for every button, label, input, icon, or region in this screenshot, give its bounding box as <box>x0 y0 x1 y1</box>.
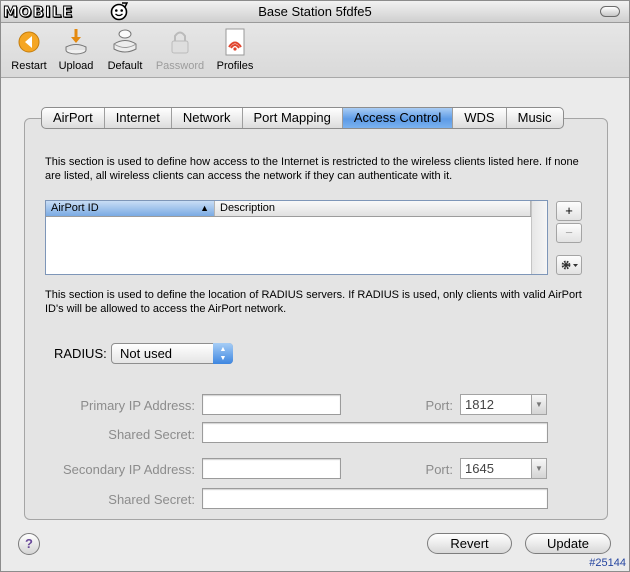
radius-label: RADIUS: <box>54 346 107 361</box>
primary-secret-field[interactable] <box>202 422 548 443</box>
tab-port-mapping[interactable]: Port Mapping <box>243 108 343 128</box>
radius-description: This section is used to define the locat… <box>45 289 582 315</box>
upload-button[interactable]: Upload <box>57 27 95 72</box>
secondary-secret-label: Shared Secret: <box>108 492 195 507</box>
window-title: Base Station 5fdfe5 <box>258 4 372 19</box>
restart-label: Restart <box>11 60 47 72</box>
window: MOBILE Base Station 5fdfe5 Restart Uploa… <box>0 0 630 572</box>
access-table[interactable]: AirPort ID ▲ Description <box>45 200 548 275</box>
secondary-port-value: 1645 <box>465 461 494 476</box>
tab-network[interactable]: Network <box>172 108 243 128</box>
update-button[interactable]: Update <box>525 533 611 554</box>
table-header: AirPort ID ▲ Description <box>46 201 547 217</box>
restart-button[interactable]: Restart <box>10 27 48 72</box>
secondary-secret-field[interactable] <box>202 488 548 509</box>
lock-icon <box>171 31 189 54</box>
column-airport-id[interactable]: AirPort ID ▲ <box>46 201 215 216</box>
access-description: This section is used to define how acces… <box>45 156 579 182</box>
default-button[interactable]: Default <box>104 27 146 72</box>
upload-label: Upload <box>58 60 94 72</box>
table-scrollbar[interactable] <box>531 201 547 274</box>
profiles-button[interactable]: Profiles <box>214 27 256 72</box>
profiles-icon <box>225 28 245 56</box>
secondary-port-combo[interactable]: 1645 ▼ <box>460 458 547 479</box>
radius-select-value: Not used <box>120 346 173 361</box>
default-icon <box>113 29 137 53</box>
tab-wds[interactable]: WDS <box>453 108 507 128</box>
toolbar: Restart Upload Default Password Profiles <box>1 23 629 78</box>
remove-button[interactable]: − <box>556 223 582 243</box>
primary-ip-field[interactable] <box>202 394 341 415</box>
primary-port-combo[interactable]: 1812 ▼ <box>460 394 547 415</box>
column-description-label: Description <box>220 202 276 214</box>
select-arrows-icon: ▲ ▼ <box>213 343 233 364</box>
revert-button[interactable]: Revert <box>427 533 512 554</box>
column-airport-id-label: AirPort ID <box>51 202 99 214</box>
column-description[interactable]: Description <box>215 201 531 216</box>
radius-select[interactable]: Not used ▲ ▼ <box>111 343 233 364</box>
toolbar-toggle-button[interactable] <box>600 6 620 17</box>
secondary-port-label: Port: <box>425 462 453 477</box>
password-button[interactable]: Password <box>154 27 206 72</box>
watermark: #25144 <box>589 557 626 569</box>
profiles-label: Profiles <box>216 60 254 72</box>
chevron-down-icon[interactable]: ▼ <box>531 394 547 415</box>
restart-icon <box>18 31 40 53</box>
primary-port-value: 1812 <box>465 397 494 412</box>
help-button[interactable]: ? <box>18 533 40 555</box>
primary-ip-label: Primary IP Address: <box>80 398 195 413</box>
upload-icon <box>65 29 87 55</box>
tab-airport[interactable]: AirPort <box>42 108 105 128</box>
primary-port-label: Port: <box>425 398 453 413</box>
tab-music[interactable]: Music <box>507 108 563 128</box>
gear-icon <box>561 260 578 270</box>
password-label: Password <box>155 60 205 72</box>
action-menu-button[interactable] <box>556 255 582 275</box>
primary-secret-label: Shared Secret: <box>108 427 195 442</box>
tab-bar: AirPort Internet Network Port Mapping Ac… <box>41 107 564 129</box>
sort-arrow-icon: ▲ <box>200 203 209 213</box>
tab-internet[interactable]: Internet <box>105 108 172 128</box>
chevron-down-icon[interactable]: ▼ <box>531 458 547 479</box>
tab-access-control[interactable]: Access Control <box>342 108 454 128</box>
secondary-ip-label: Secondary IP Address: <box>62 462 195 477</box>
default-label: Default <box>107 60 143 72</box>
title-bar: MOBILE Base Station 5fdfe5 <box>1 1 629 23</box>
secondary-ip-field[interactable] <box>202 458 341 479</box>
add-button[interactable]: + <box>556 201 582 221</box>
